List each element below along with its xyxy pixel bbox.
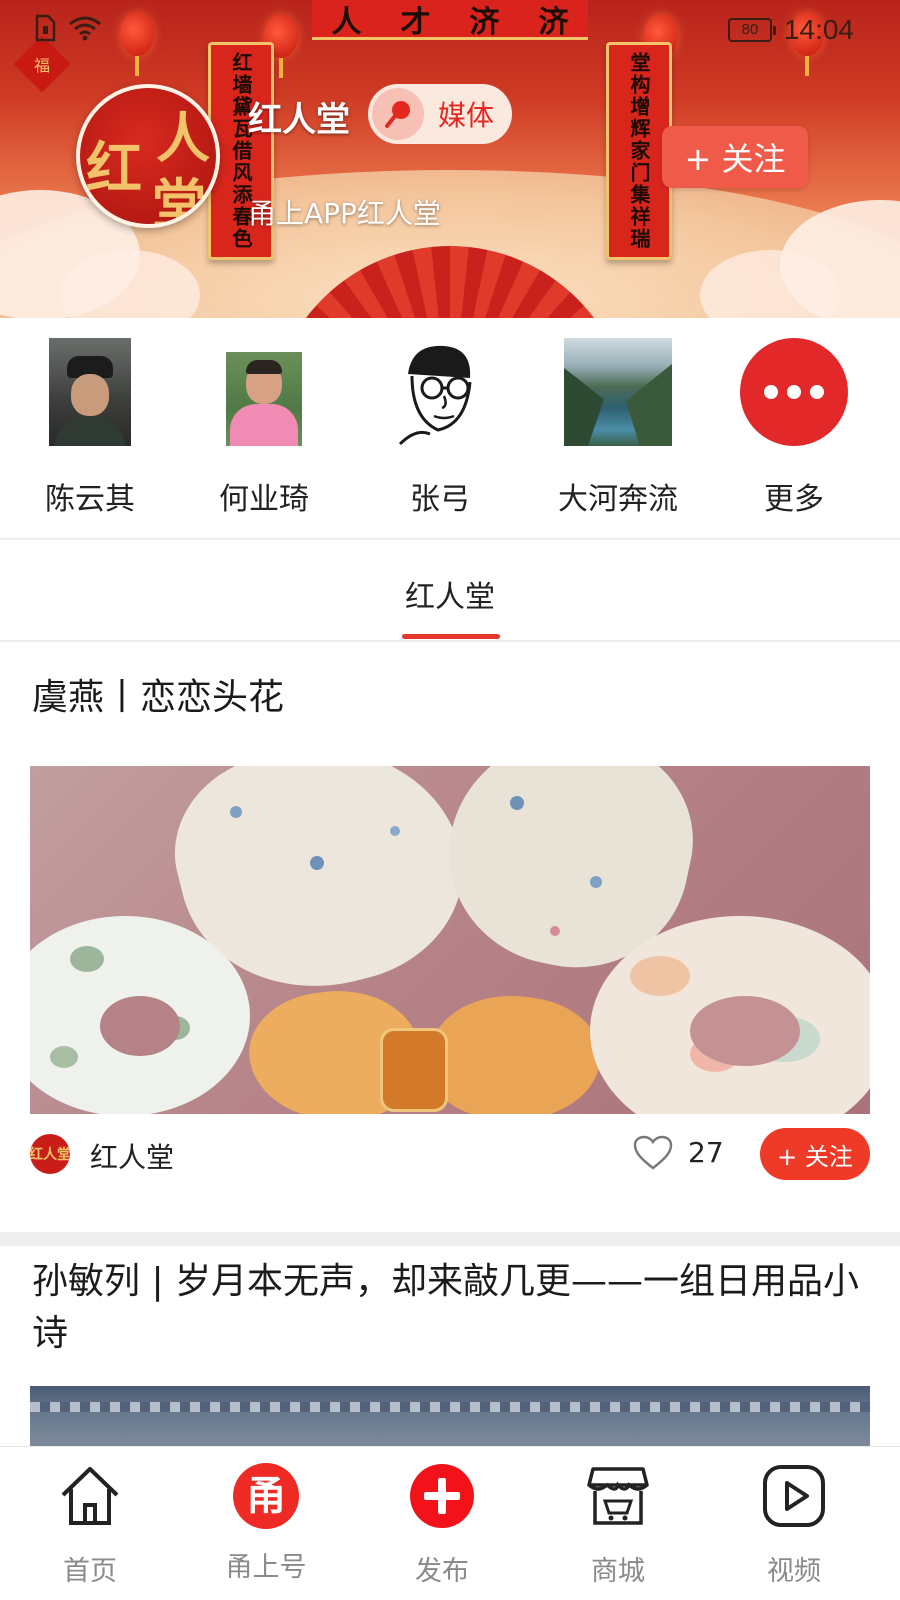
author-avatar	[226, 352, 302, 446]
yongshang-icon: 甬	[233, 1463, 299, 1529]
content-tabs: 红人堂	[0, 542, 900, 642]
nav-label: 甬上号	[225, 1552, 307, 1583]
nav-label: 发布	[415, 1556, 469, 1587]
publish-plus-icon	[410, 1464, 474, 1528]
account-name: 红人堂	[248, 100, 350, 140]
author-name: 张弓	[410, 482, 470, 517]
nav-label: 商城	[591, 1556, 645, 1587]
battery-icon: 80	[727, 18, 776, 42]
video-play-icon	[763, 1465, 825, 1527]
status-bar: 80 14:04	[0, 0, 900, 60]
tab-active-indicator	[402, 634, 500, 639]
article-author-name[interactable]: 红人堂	[90, 1136, 174, 1176]
article-author-logo[interactable]: 红人堂	[30, 1134, 70, 1174]
author-name: 大河奔流	[558, 482, 678, 517]
more-icon	[740, 338, 848, 446]
article-title[interactable]: 孙敏列 | 岁月本无声，却来敲几更——一组日用品小诗	[32, 1256, 868, 1360]
bottom-navigation: 首页 甬 甬上号 发布 商城 视频	[0, 1446, 900, 1600]
nav-shop[interactable]: 商城	[528, 1463, 708, 1588]
shop-icon	[587, 1467, 649, 1525]
article-card[interactable]: 孙敏列 | 岁月本无声，却来敲几更——一组日用品小诗	[0, 1246, 900, 1446]
status-left	[34, 14, 102, 42]
author-item[interactable]: 何业琦	[174, 338, 354, 518]
author-avatar	[49, 338, 131, 446]
account-logo[interactable]: 红 人 堂	[76, 84, 220, 228]
meta-logo-char: 人	[43, 1147, 57, 1163]
tab-hongrentang[interactable]: 红人堂	[0, 572, 900, 616]
author-item[interactable]: 张弓	[350, 338, 530, 518]
meta-logo-char: 红	[30, 1147, 43, 1163]
author-name: 何业琦	[219, 482, 309, 517]
home-icon	[61, 1467, 119, 1525]
article-meta-row: 红人堂 红人堂 27 + 关注	[0, 1128, 900, 1188]
nav-label: 视频	[767, 1556, 821, 1587]
article-image-hair-accessories[interactable]	[30, 766, 870, 1114]
feed-separator	[0, 1232, 900, 1246]
wifi-icon	[69, 16, 101, 41]
follow-account-button[interactable]: + 关注	[662, 126, 808, 188]
author-item[interactable]: 陈云其	[0, 338, 180, 518]
author-avatar	[564, 338, 672, 446]
nav-video[interactable]: 视频	[704, 1463, 884, 1588]
nav-label: 首页	[63, 1556, 117, 1587]
featured-authors: 陈云其 何业琦 张弓 大河奔流 更多	[0, 318, 900, 540]
article-card[interactable]: 虞燕丨恋恋头花 红人堂 红人堂 27 + 关注	[0, 644, 900, 1232]
account-description: 甬上APP红人堂	[248, 197, 441, 230]
nav-yongshanghao[interactable]: 甬 甬上号	[176, 1463, 356, 1584]
author-avatar	[386, 338, 494, 446]
logo-char: 红	[86, 136, 142, 202]
status-right: 80 14:04	[727, 14, 854, 46]
status-time: 14:04	[783, 14, 854, 45]
sim-card-icon	[35, 14, 56, 42]
heart-like-icon[interactable]	[632, 1134, 674, 1172]
author-name: 陈云其	[45, 482, 135, 517]
media-badge: 媒体	[368, 84, 512, 144]
media-badge-label: 媒体	[438, 99, 495, 132]
nav-publish[interactable]: 发布	[352, 1463, 532, 1588]
follow-author-button[interactable]: + 关注	[760, 1128, 870, 1180]
media-pin-icon	[372, 88, 424, 140]
more-authors-label: 更多	[764, 482, 824, 517]
article-title[interactable]: 虞燕丨恋恋头花	[32, 672, 868, 724]
logo-char: 堂	[152, 172, 206, 228]
author-item[interactable]: 大河奔流	[528, 338, 708, 518]
meta-logo-char: 堂	[57, 1147, 70, 1163]
more-authors-item[interactable]: 更多	[704, 338, 884, 518]
like-count: 27	[688, 1136, 724, 1169]
nav-home[interactable]: 首页	[0, 1463, 180, 1588]
article-image-partial[interactable]	[30, 1386, 870, 1446]
